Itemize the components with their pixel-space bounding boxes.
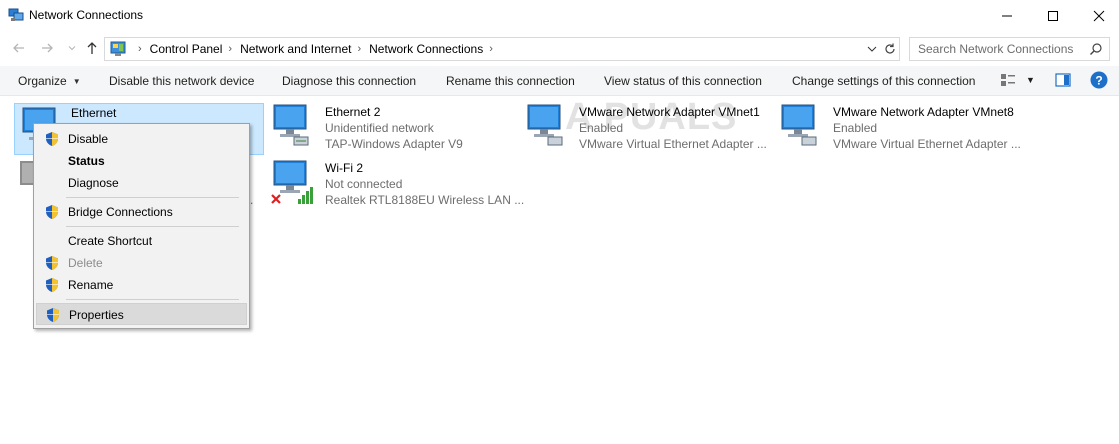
uac-shield-icon	[46, 278, 58, 292]
uac-shield-icon	[46, 132, 58, 146]
menu-item-status[interactable]: Status	[36, 150, 247, 172]
search-box[interactable]: Search Network Connections	[909, 37, 1110, 61]
menu-separator	[66, 299, 239, 300]
back-button[interactable]	[10, 39, 28, 57]
view-status-button[interactable]: View status of this connection	[604, 74, 762, 88]
organize-label: Organize	[18, 74, 67, 88]
close-button[interactable]	[1076, 0, 1119, 31]
connection-status: Not connected	[325, 177, 403, 191]
chevron-right-icon[interactable]: ›	[228, 43, 232, 55]
menu-item-diagnose[interactable]: Diagnose	[36, 172, 247, 194]
diagnose-connection-button[interactable]: Diagnose this connection	[282, 74, 416, 88]
svg-text:?: ?	[1095, 74, 1102, 88]
disable-device-button[interactable]: Disable this network device	[109, 74, 254, 88]
chevron-down-icon	[68, 46, 76, 51]
menu-item-create-shortcut[interactable]: Create Shortcut	[36, 230, 247, 252]
search-input[interactable]: Search Network Connections	[918, 42, 1073, 56]
arrow-right-icon	[42, 43, 53, 53]
organize-button[interactable]: Organize ▼	[18, 74, 81, 88]
view-options-icon[interactable]	[1000, 72, 1016, 88]
preview-pane-icon[interactable]	[1055, 72, 1071, 88]
view-options-dropdown-icon[interactable]: ▼	[1026, 75, 1035, 85]
connection-item-hidden[interactable]	[14, 159, 36, 211]
truncation-ellipsis: .	[250, 193, 254, 207]
connection-adapter: VMware Virtual Ethernet Adapter ...	[579, 137, 767, 151]
forward-button[interactable]	[38, 39, 56, 57]
minimize-button[interactable]	[984, 0, 1030, 31]
minimize-icon	[1002, 15, 1012, 16]
menu-label: Status	[68, 154, 105, 168]
close-icon	[1093, 10, 1105, 21]
menu-label: Delete	[68, 256, 103, 270]
chevron-right-icon[interactable]: ›	[489, 43, 493, 55]
change-settings-button[interactable]: Change settings of this connection	[792, 74, 975, 88]
breadcrumb: › Control Panel › Network and Internet ›…	[132, 42, 501, 56]
connection-status: Enabled	[833, 121, 878, 135]
menu-label: Properties	[69, 308, 124, 322]
uac-shield-icon	[46, 256, 58, 270]
menu-separator	[66, 197, 239, 198]
menu-item-delete: Delete	[36, 252, 247, 274]
maximize-button[interactable]	[1030, 0, 1076, 31]
connection-adapter: VMware Virtual Ethernet Adapter ...	[833, 137, 1021, 151]
connection-item-vmnet8[interactable]: VMware Network Adapter VMnet8 Enabled VM…	[778, 103, 1028, 155]
maximize-icon	[1048, 10, 1058, 21]
menu-separator	[66, 226, 239, 227]
arrow-left-icon	[13, 43, 24, 53]
connection-item-ethernet-2[interactable]: Ethernet 2 Unidentified network TAP-Wind…	[270, 103, 510, 155]
connection-item-vmnet1[interactable]: VMware Network Adapter VMnet1 Enabled VM…	[524, 103, 774, 155]
menu-item-properties[interactable]: Properties	[36, 303, 247, 325]
connection-status: Unidentified network	[325, 121, 434, 135]
menu-label: Diagnose	[68, 176, 119, 190]
breadcrumb-network-connections[interactable]: Network Connections	[369, 42, 483, 56]
ethernet-adapter-icon	[527, 104, 563, 146]
menu-item-disable[interactable]: Disable	[36, 128, 247, 150]
network-connections-icon	[8, 8, 24, 21]
arrow-up-icon	[87, 42, 97, 54]
help-icon[interactable]: ?	[1090, 71, 1108, 89]
caret-down-icon: ▼	[72, 77, 81, 87]
ethernet-adapter-icon	[781, 104, 817, 146]
rename-connection-button[interactable]: Rename this connection	[446, 74, 575, 88]
menu-label: Rename	[68, 278, 114, 292]
navigation-bar: › Control Panel › Network and Internet ›…	[0, 33, 1119, 63]
connection-name: Wi-Fi 2	[325, 161, 363, 175]
control-panel-icon	[110, 41, 126, 56]
recent-locations-button[interactable]	[63, 39, 81, 57]
search-icon[interactable]	[1089, 42, 1103, 56]
up-button[interactable]	[83, 39, 101, 57]
connection-name: VMware Network Adapter VMnet1	[579, 105, 760, 119]
connection-item-wifi-2[interactable]: Wi-Fi 2 Not connected Realtek RTL8188EU …	[270, 159, 524, 211]
address-bar[interactable]: › Control Panel › Network and Internet ›…	[104, 37, 900, 61]
title-bar: Network Connections	[0, 0, 1119, 31]
uac-shield-icon	[46, 205, 58, 219]
refresh-icon[interactable]	[883, 42, 897, 56]
connection-name: Ethernet 2	[325, 105, 381, 119]
command-bar: Organize ▼ Disable this network device Di…	[0, 66, 1119, 96]
breadcrumb-control-panel[interactable]: Control Panel	[150, 42, 223, 56]
chevron-down-icon[interactable]	[867, 43, 877, 55]
ethernet-adapter-icon	[273, 104, 309, 146]
chevron-right-icon[interactable]: ›	[357, 43, 361, 55]
connection-adapter: Realtek RTL8188EU Wireless LAN ...	[325, 193, 525, 207]
menu-label: Create Shortcut	[68, 234, 153, 248]
wifi-adapter-icon	[271, 160, 313, 204]
breadcrumb-network-and-internet[interactable]: Network and Internet	[240, 42, 351, 56]
connection-name: VMware Network Adapter VMnet8	[833, 105, 1014, 119]
menu-item-rename[interactable]: Rename	[36, 274, 247, 296]
menu-label: Bridge Connections	[68, 205, 173, 219]
connection-adapter: TAP-Windows Adapter V9	[325, 137, 463, 151]
connection-status: Enabled	[579, 121, 624, 135]
window-title: Network Connections	[29, 8, 144, 22]
menu-item-bridge-connections[interactable]: Bridge Connections	[36, 201, 247, 223]
chevron-right-icon: ›	[138, 43, 142, 55]
context-menu: Disable Status Diagnose Bridge Connectio…	[33, 123, 250, 329]
menu-label: Disable	[68, 132, 109, 146]
connection-name: Ethernet	[71, 106, 117, 120]
uac-shield-icon	[47, 308, 59, 322]
